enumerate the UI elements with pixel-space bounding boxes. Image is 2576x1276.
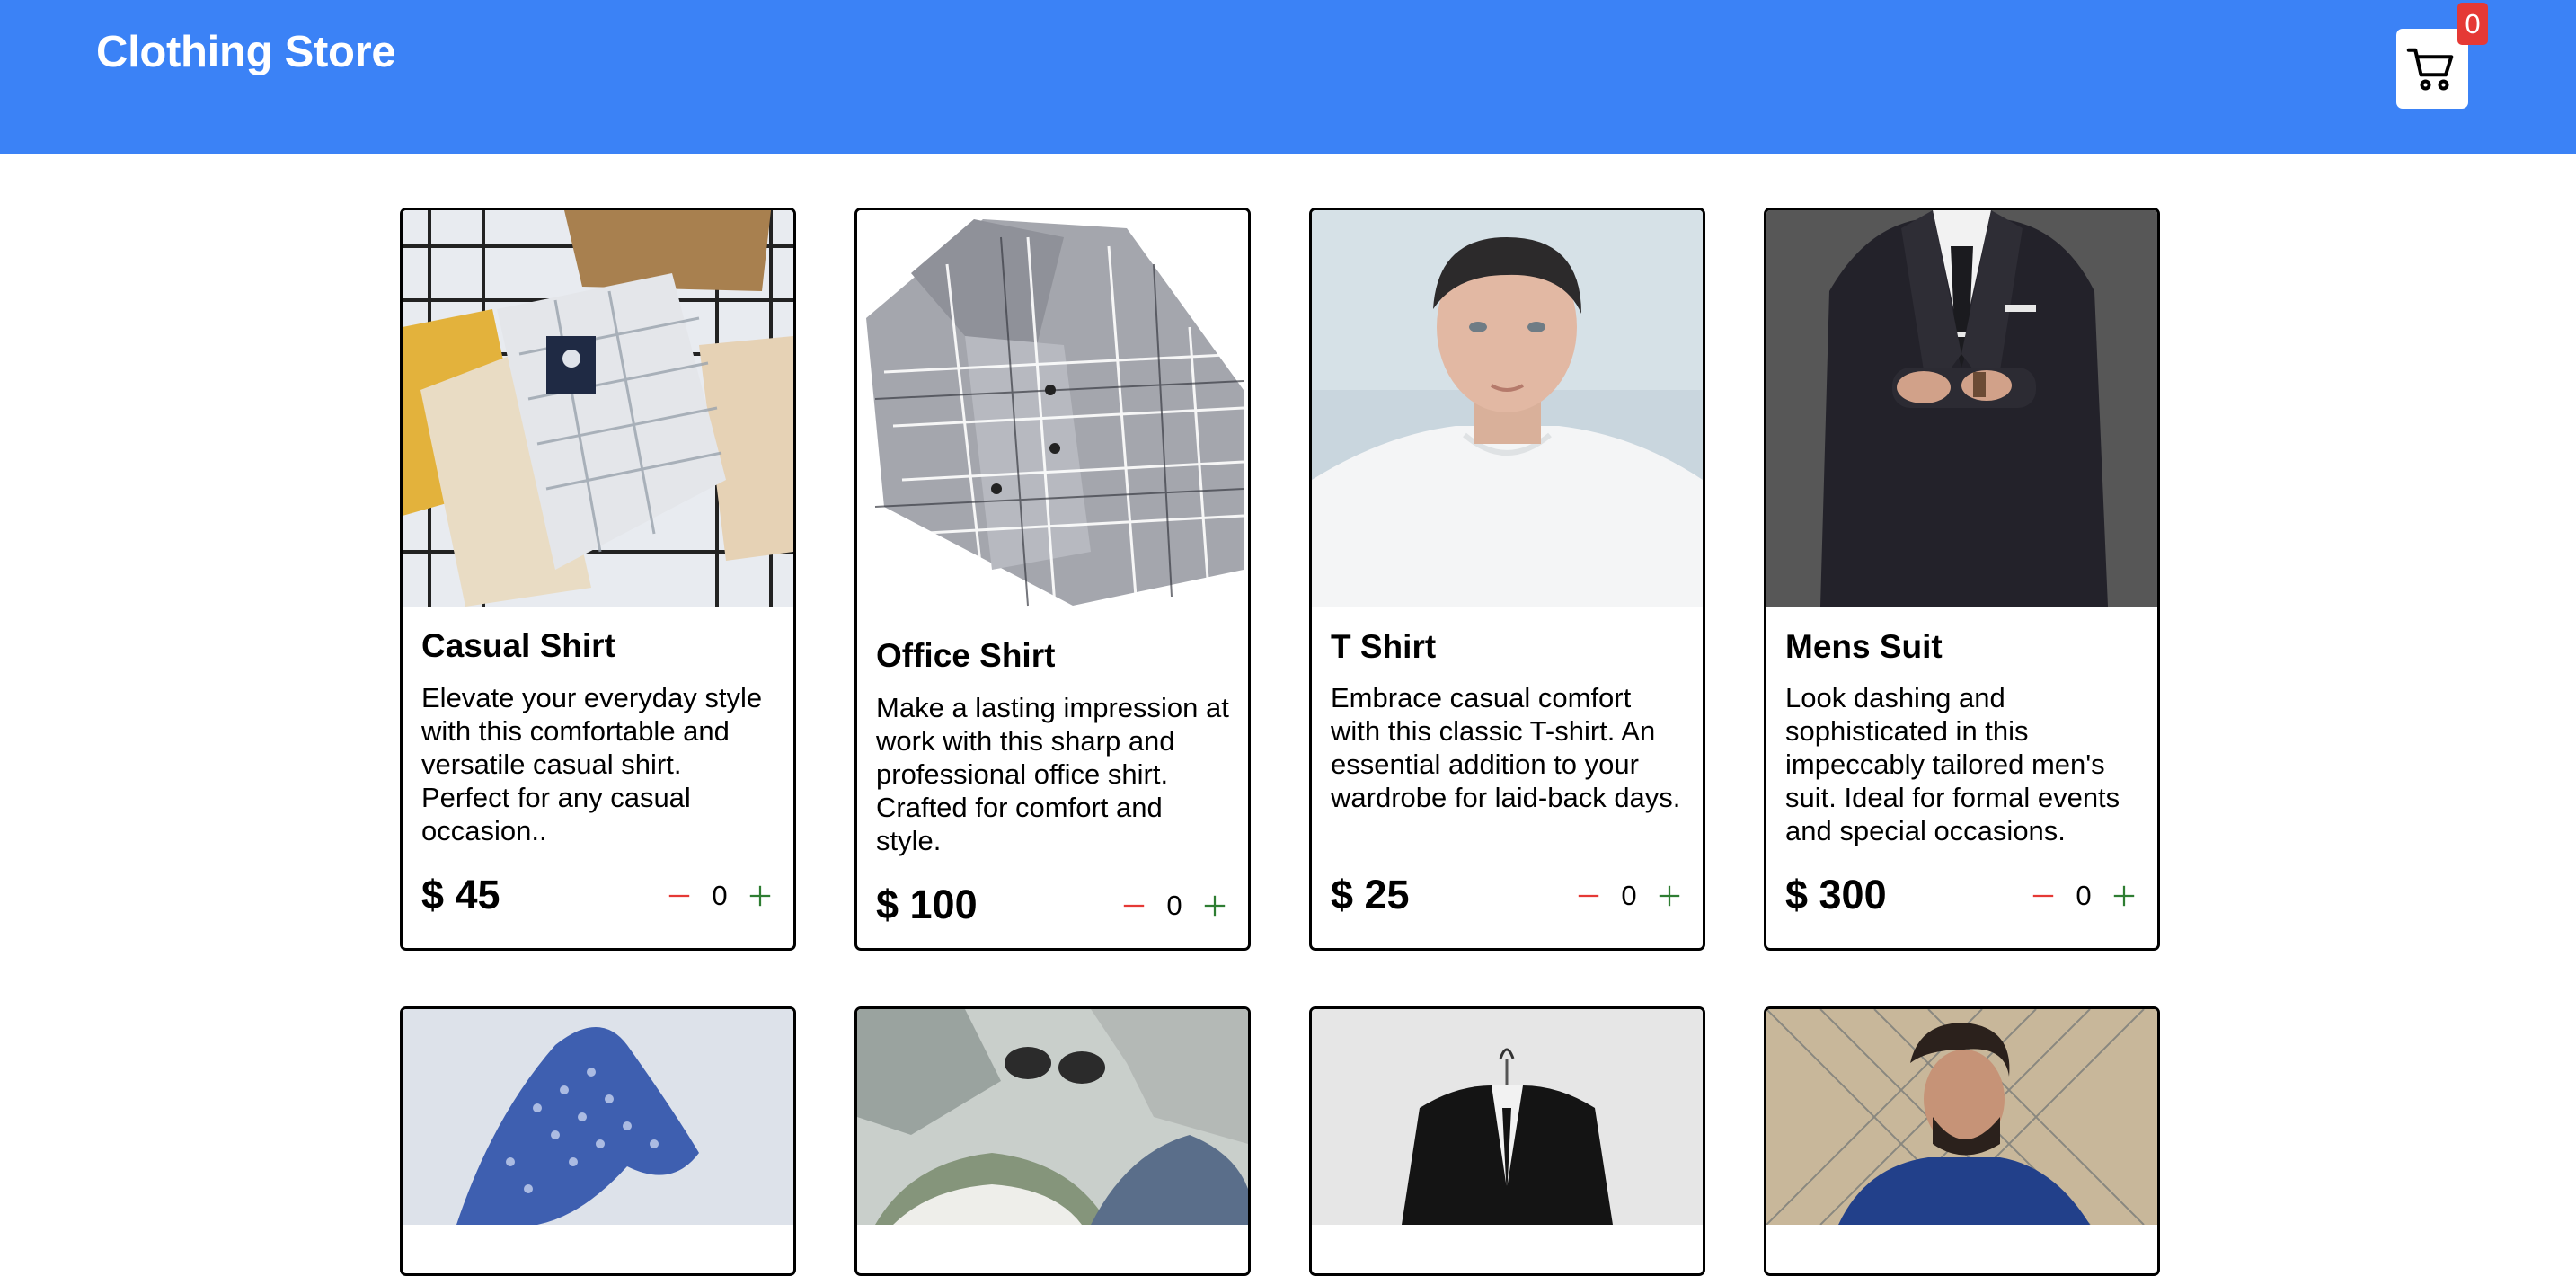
product-title: Casual Shirt [421, 627, 615, 664]
product-card-sneakers [854, 1006, 1251, 1276]
decrease-quantity-button[interactable] [1575, 876, 1602, 916]
increase-quantity-button[interactable] [1656, 876, 1683, 916]
product-description: Elevate your everyday style with this co… [421, 682, 763, 846]
plus-icon [749, 885, 771, 907]
quantity-value: 0 [712, 880, 728, 911]
decrease-quantity-button[interactable] [666, 876, 693, 916]
plus-icon [1204, 895, 1226, 917]
product-title: Mens Suit [1785, 628, 1943, 665]
product-image-office-shirt [857, 210, 1248, 616]
product-card-tie [400, 1006, 796, 1276]
product-image-tie [403, 1009, 793, 1225]
product-card-office-shirt: Office Shirt Make a lasting impression a… [854, 208, 1251, 951]
product-price: $ 45 [421, 872, 500, 917]
product-price: $ 100 [876, 882, 978, 927]
product-image-blazer [1312, 1009, 1703, 1225]
product-image-t-shirt [1312, 210, 1703, 607]
increase-quantity-button[interactable] [1201, 886, 1228, 926]
product-price: $ 25 [1331, 872, 1410, 917]
quantity-stepper: 0 [1120, 886, 1228, 926]
quantity-stepper: 0 [666, 876, 774, 916]
decrease-quantity-button[interactable] [2030, 876, 2057, 916]
product-title: Office Shirt [876, 637, 1056, 674]
increase-quantity-button[interactable] [2111, 876, 2138, 916]
quantity-stepper: 0 [1575, 876, 1683, 916]
minus-icon [1578, 894, 1599, 898]
product-description: Make a lasting impression at work with t… [876, 692, 1229, 856]
store-title[interactable]: Clothing Store [96, 25, 396, 79]
product-card-mens-suit: Mens Suit Look dashing and sophisticated… [1764, 208, 2160, 951]
minus-icon [668, 894, 690, 898]
product-description: Embrace casual comfort with this classic… [1331, 682, 1681, 813]
product-price: $ 300 [1785, 872, 1887, 917]
quantity-stepper: 0 [2030, 876, 2138, 916]
product-description: Look dashing and sophisticated in this i… [1785, 682, 2120, 846]
cart-count-badge: 0 [2457, 3, 2488, 45]
top-nav-bar: Clothing Store 0 [0, 0, 2576, 154]
quantity-value: 0 [1621, 880, 1637, 911]
quantity-value: 0 [2076, 880, 2092, 911]
minus-icon [1123, 904, 1145, 908]
product-card-polo-shirt [1764, 1006, 2160, 1276]
plus-icon [1659, 885, 1680, 907]
product-image-sneakers [857, 1009, 1248, 1225]
product-card-t-shirt: T Shirt Embrace casual comfort with this… [1309, 208, 1705, 951]
decrease-quantity-button[interactable] [1120, 886, 1147, 926]
product-image-casual-shirt [403, 210, 793, 607]
product-title: T Shirt [1331, 628, 1437, 665]
minus-icon [2032, 894, 2054, 898]
shopping-cart-icon [2406, 48, 2454, 90]
plus-icon [2113, 885, 2135, 907]
product-card-blazer [1309, 1006, 1705, 1276]
increase-quantity-button[interactable] [747, 876, 774, 916]
product-card-casual-shirt: Casual Shirt Elevate your everyday style… [400, 208, 796, 951]
product-image-mens-suit [1766, 210, 2157, 607]
product-image-polo-shirt [1766, 1009, 2157, 1225]
quantity-value: 0 [1166, 890, 1182, 921]
